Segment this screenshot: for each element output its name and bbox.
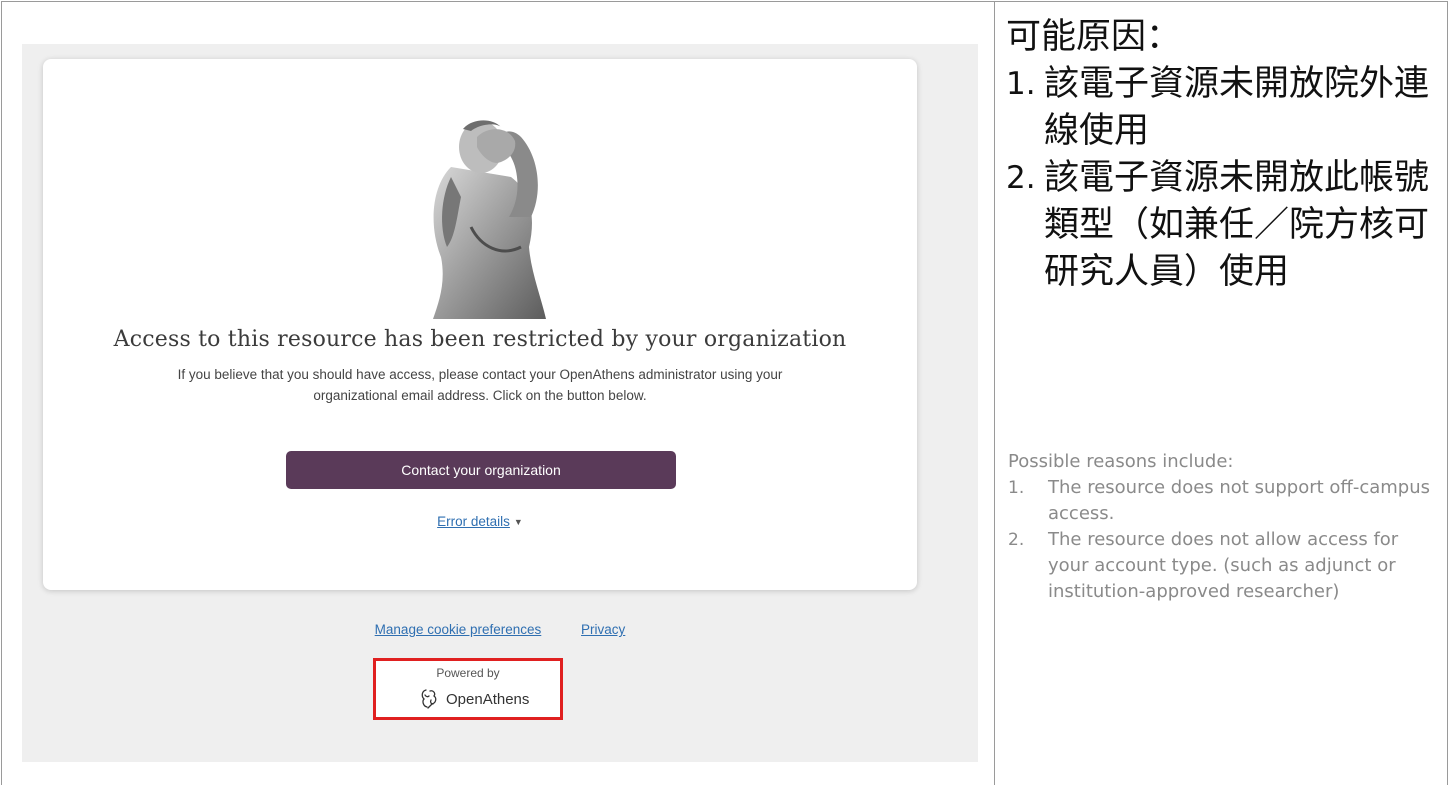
error-details-link[interactable]: Error details: [437, 514, 510, 529]
zh-list-item: 1. 該電子資源未開放院外連線使用: [1006, 61, 1442, 155]
zh-item-text: 該電子資源未開放院外連線使用: [1044, 64, 1430, 151]
description-line-1: If you believe that you should have acce…: [177, 367, 783, 382]
english-notes: Possible reasons include: 1. The resourc…: [1008, 449, 1440, 605]
description-line-2: organizational email address. Click on t…: [313, 388, 647, 403]
en-item-number: 2.: [1008, 530, 1025, 550]
table-border-right: [1447, 1, 1448, 785]
zh-list-item: 2. 該電子資源未開放此帳號類型（如兼任／院方核可研究人員）使用: [1006, 155, 1442, 296]
error-description: If you believe that you should have acce…: [103, 364, 857, 406]
powered-by-highlight-box: Powered by OpenAthens: [373, 658, 563, 720]
privacy-link[interactable]: Privacy: [581, 622, 625, 637]
en-item-text: The resource does not support off-campus…: [1048, 477, 1430, 524]
en-list-item: 1. The resource does not support off-cam…: [1008, 475, 1440, 527]
openathens-brand-text: OpenAthens: [446, 690, 530, 708]
zh-item-number: 2.: [1006, 160, 1036, 196]
table-border-top: [1, 1, 1448, 2]
openathens-page-screenshot: Access to this resource has been restric…: [22, 44, 978, 762]
manage-cookie-preferences-link[interactable]: Manage cookie preferences: [375, 622, 542, 637]
zh-notes-title: 可能原因：: [1006, 17, 1182, 57]
footer-links: Manage cookie preferences Privacy: [22, 622, 978, 637]
en-item-text: The resource does not allow access for y…: [1048, 529, 1399, 602]
openathens-owl-icon: [421, 689, 437, 709]
table-border-left: [1, 1, 2, 785]
caret-down-icon: ▼: [513, 517, 523, 528]
openathens-logo[interactable]: OpenAthens: [418, 687, 529, 711]
zh-item-text: 該電子資源未開放此帳號類型（如兼任／院方核可研究人員）使用: [1044, 158, 1430, 292]
en-item-number: 1.: [1008, 478, 1025, 498]
contact-organization-button[interactable]: Contact your organization: [286, 451, 676, 489]
chinese-notes: 可能原因： 1. 該電子資源未開放院外連線使用 2. 該電子資源未開放此帳號類型…: [1006, 14, 1442, 296]
error-details-toggle[interactable]: Error details ▼: [43, 514, 917, 529]
powered-by-label: Powered by: [436, 666, 500, 680]
en-list-item: 2. The resource does not allow access fo…: [1008, 527, 1440, 605]
table-column-divider: [994, 1, 995, 785]
facepalm-statue-image: [433, 120, 546, 319]
error-card: Access to this resource has been restric…: [43, 59, 917, 590]
page-title: Access to this resource has been restric…: [113, 327, 847, 352]
en-notes-title: Possible reasons include:: [1008, 451, 1234, 472]
zh-item-number: 1.: [1006, 66, 1036, 102]
